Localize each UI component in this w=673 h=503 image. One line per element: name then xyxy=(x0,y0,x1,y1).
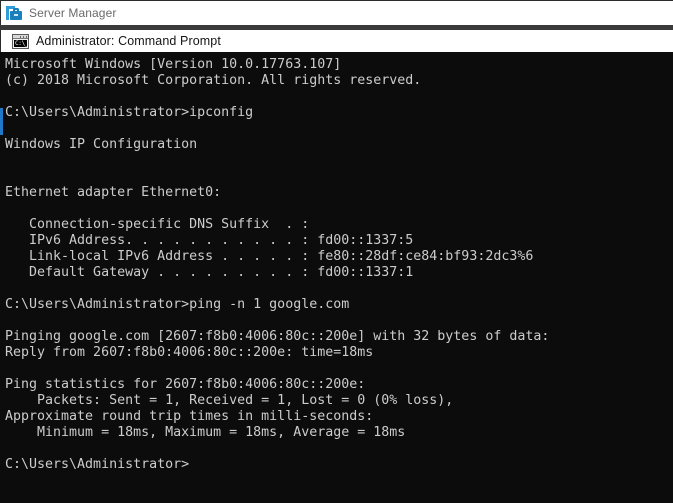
screen-root: Server Manager C:\_ Administrator: Comma… xyxy=(0,0,673,503)
console-text: Microsoft Windows [Version 10.0.17763.10… xyxy=(5,57,549,473)
console-line: C:\Users\Administrator> xyxy=(5,457,190,472)
console-line: Ping statistics for 2607:f8b0:4006:80c::… xyxy=(5,377,366,392)
server-manager-title: Server Manager xyxy=(29,6,117,20)
console-line: Connection-specific DNS Suffix . : xyxy=(5,217,310,232)
console-line: (c) 2018 Microsoft Corporation. All righ… xyxy=(5,73,422,88)
console-line: Windows IP Configuration xyxy=(5,137,198,152)
console-line: Microsoft Windows [Version 10.0.17763.10… xyxy=(5,57,342,72)
console-line: Pinging google.com [2607:f8b0:4006:80c::… xyxy=(5,329,550,344)
console-output-area[interactable]: Microsoft Windows [Version 10.0.17763.10… xyxy=(0,52,673,503)
command-prompt-icon: C:\_ xyxy=(12,33,29,49)
command-prompt-titlebar[interactable]: C:\_ Administrator: Command Prompt xyxy=(0,30,673,52)
server-manager-icon xyxy=(6,5,22,21)
console-scroll-marker[interactable] xyxy=(0,108,3,135)
console-line: C:\Users\Administrator>ipconfig xyxy=(5,105,254,120)
command-prompt-icon-glyph: C:\_ xyxy=(14,39,27,47)
command-prompt-title: Administrator: Command Prompt xyxy=(36,34,221,48)
console-line: Default Gateway . . . . . . . . . : fd00… xyxy=(5,265,414,280)
console-line: Approximate round trip times in milli-se… xyxy=(5,409,374,424)
console-line: IPv6 Address. . . . . . . . . . . : fd00… xyxy=(5,233,414,248)
console-line: Reply from 2607:f8b0:4006:80c::200e: tim… xyxy=(5,345,374,360)
server-manager-titlebar[interactable]: Server Manager xyxy=(0,0,673,25)
console-line: Link-local IPv6 Address . . . . . : fe80… xyxy=(5,249,534,264)
console-line: C:\Users\Administrator>ping -n 1 google.… xyxy=(5,297,350,312)
console-line: Packets: Sent = 1, Received = 1, Lost = … xyxy=(5,393,454,408)
console-line: Ethernet adapter Ethernet0: xyxy=(5,185,222,200)
console-line: Minimum = 18ms, Maximum = 18ms, Average … xyxy=(5,425,406,440)
